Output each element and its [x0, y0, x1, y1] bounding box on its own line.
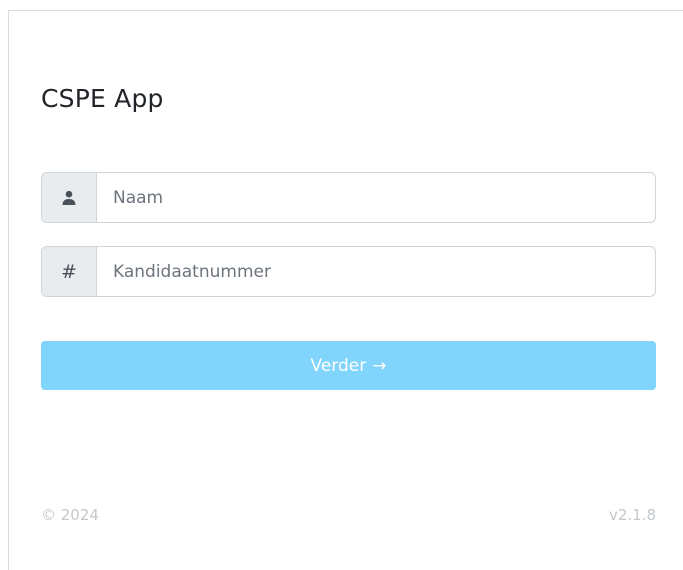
continue-button[interactable]: Verder →: [41, 341, 656, 390]
name-input[interactable]: [97, 173, 655, 222]
copyright-text: © 2024: [41, 506, 99, 524]
continue-button-label: Verder: [310, 355, 367, 376]
name-input-group: [41, 172, 656, 223]
page-title: CSPE App: [41, 84, 164, 113]
candidate-number-input-group: #: [41, 246, 656, 297]
version-text: v2.1.8: [608, 506, 656, 524]
hash-icon: #: [42, 247, 97, 296]
user-icon: [42, 173, 97, 222]
arrow-right-icon: →: [372, 355, 387, 376]
candidate-number-input[interactable]: [97, 247, 655, 296]
